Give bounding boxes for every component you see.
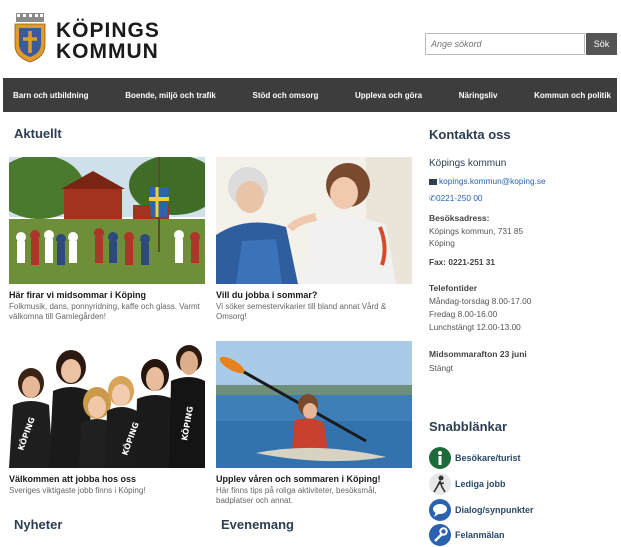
- nav-item-kommun-politik[interactable]: Kommun och politik: [534, 91, 611, 100]
- nav-item-naringsliv[interactable]: Näringsliv: [459, 91, 498, 100]
- envelope-icon: [429, 178, 437, 185]
- news-title[interactable]: Välkommen att jobba hos oss: [9, 474, 205, 485]
- news-card-midsommar[interactable]: Här firar vi midsommar i Köping Folkmusi…: [9, 157, 205, 322]
- phone-icon: ✆: [429, 193, 436, 203]
- news-text: Här finns tips på roliga aktiviteter, be…: [216, 486, 377, 505]
- site-logo-text[interactable]: KÖPINGS KOMMUN: [56, 20, 160, 62]
- phone-hours-line-3: Lunchstängt 12.00-13.00: [429, 322, 521, 332]
- news-title[interactable]: Här firar vi midsommar i Köping: [9, 290, 205, 301]
- site-header: KÖPINGS KOMMUN Sök: [0, 0, 621, 76]
- logo-line-1: KÖPINGS: [56, 19, 160, 42]
- nav-item-uppleva-gora[interactable]: Uppleva och göra: [355, 91, 422, 100]
- phone-hours-label: Telefontider: [429, 283, 478, 293]
- midsommar-photo[interactable]: [9, 157, 205, 284]
- news-card-sommarjobb[interactable]: Vill du jobba i sommar? Vi söker semeste…: [216, 157, 412, 322]
- section-heading-snabblankar: Snabblänkar: [429, 419, 508, 434]
- wrench-icon: [429, 524, 451, 546]
- speech-bubble-icon: [429, 499, 451, 521]
- phone-hours-line-1: Måndag-torsdag 8.00-17.00: [429, 296, 532, 306]
- nav-item-stod-omsorg[interactable]: Stöd och omsorg: [253, 91, 319, 100]
- staff-group-photo[interactable]: KÖPING KÖPING KÖPING: [9, 341, 205, 468]
- section-heading-nyheter: Nyheter: [14, 517, 63, 532]
- kayak-photo[interactable]: [216, 341, 412, 468]
- news-title[interactable]: Upplev våren och sommaren i Köping!: [216, 474, 412, 485]
- quicklink-felanmalan[interactable]: Felanmälan: [429, 524, 505, 546]
- quicklink-besokare[interactable]: Besökare/turist: [429, 447, 521, 469]
- person-icon: [429, 473, 451, 495]
- holiday-note-label: Midsommarafton 23 juni: [429, 349, 527, 359]
- address-line-1: Köpings kommun, 731 85: [429, 226, 524, 236]
- contact-email-row: kopings.kommun@koping.se: [429, 176, 546, 187]
- quicklink-label: Felanmälan: [455, 530, 505, 540]
- address-line-2: Köping: [429, 238, 455, 248]
- address-label: Besöksadress:: [429, 213, 490, 223]
- contact-email-link[interactable]: kopings.kommun@koping.se: [439, 176, 546, 186]
- search-button[interactable]: Sök: [586, 33, 617, 55]
- contact-phone-row: ✆0221-250 00: [429, 193, 483, 204]
- news-text: Vi söker semestervikarier till bland ann…: [216, 302, 387, 321]
- news-text: Folkmusik, dans, ponnyridning, kaffe och…: [9, 302, 200, 321]
- holiday-note-text: Stängt: [429, 363, 453, 373]
- logo-line-2: KOMMUN: [56, 40, 159, 63]
- quicklink-dialog[interactable]: Dialog/synpunkter: [429, 499, 534, 521]
- contact-phone-link[interactable]: 0221-250 00: [436, 193, 483, 203]
- contact-org-name: Köpings kommun: [429, 158, 507, 169]
- news-card-jobba-hos-oss[interactable]: KÖPING KÖPING KÖPING Välkommen att jobba…: [9, 341, 205, 496]
- nav-item-boende-miljo-trafik[interactable]: Boende, miljö och trafik: [125, 91, 216, 100]
- quicklink-label: Lediga jobb: [455, 479, 506, 489]
- nav-item-barn-utbildning[interactable]: Barn och utbildning: [13, 91, 89, 100]
- main-navigation: Barn och utbildning Boende, miljö och tr…: [3, 78, 617, 112]
- section-heading-aktuellt: Aktuellt: [14, 126, 62, 141]
- info-icon: [429, 447, 451, 469]
- fax-number: Fax: 0221-251 31: [429, 257, 495, 267]
- quicklink-label: Besökare/turist: [455, 453, 521, 463]
- section-heading-evenemang: Evenemang: [221, 517, 294, 532]
- news-text: Sveriges viktigaste jobb finns i Köping!: [9, 486, 146, 495]
- coat-of-arms-logo[interactable]: [13, 13, 47, 63]
- quicklink-label: Dialog/synpunkter: [455, 505, 534, 515]
- news-card-upplev-varen[interactable]: Upplev våren och sommaren i Köping! Här …: [216, 341, 412, 506]
- quicklink-lediga-jobb[interactable]: Lediga jobb: [429, 473, 506, 495]
- search-input[interactable]: [425, 33, 585, 55]
- phone-hours-line-2: Fredag 8.00-16.00: [429, 309, 498, 319]
- news-title[interactable]: Vill du jobba i sommar?: [216, 290, 412, 301]
- section-heading-kontakta-oss: Kontakta oss: [429, 127, 511, 142]
- care-worker-photo[interactable]: [216, 157, 412, 284]
